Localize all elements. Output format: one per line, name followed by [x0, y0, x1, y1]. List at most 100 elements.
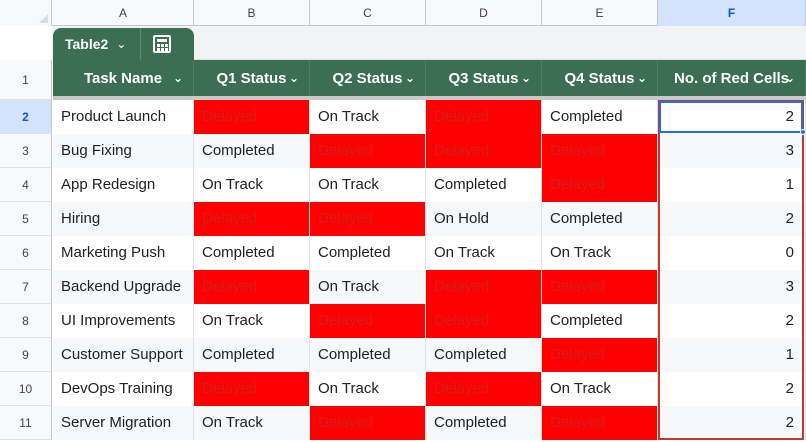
task-name-cell[interactable]: Bug Fixing: [53, 134, 194, 168]
row-number[interactable]: 4: [0, 168, 52, 202]
chevron-down-icon[interactable]: ⌄: [405, 71, 415, 85]
q3-status-cell[interactable]: On Track: [426, 236, 542, 270]
row-number[interactable]: 3: [0, 134, 52, 168]
q1-status-cell[interactable]: Completed: [194, 134, 310, 168]
header-q3-status[interactable]: Q3 Status ⌄: [426, 60, 542, 96]
q4-status-cell[interactable]: Delayed: [542, 134, 658, 168]
tab-divider: [140, 28, 142, 60]
q4-status-cell[interactable]: On Track: [542, 236, 658, 270]
red-count-cell[interactable]: 1: [658, 338, 806, 372]
q3-status-cell[interactable]: Delayed: [426, 270, 542, 304]
row-number[interactable]: 9: [0, 338, 52, 372]
q2-status-cell[interactable]: Completed: [310, 338, 426, 372]
header-label: Task Name: [83, 69, 163, 87]
table-tab[interactable]: Table2 ⌄: [53, 28, 194, 60]
row-number[interactable]: 8: [0, 304, 52, 338]
row-number-1[interactable]: 1: [0, 60, 52, 100]
table-header-row: Task Name ⌄ Q1 Status ⌄ Q2 Status ⌄ Q3 Status ⌄…: [53, 60, 806, 96]
row-number[interactable]: 5: [0, 202, 52, 236]
header-q4-status[interactable]: Q4 Status ⌄: [542, 60, 658, 96]
red-count-cell[interactable]: 3: [658, 134, 806, 168]
red-count-cell[interactable]: 2: [658, 202, 806, 236]
q3-status-cell[interactable]: On Hold: [426, 202, 542, 236]
fill-handle[interactable]: [800, 129, 806, 135]
q1-status-cell[interactable]: On Track: [194, 406, 310, 440]
red-count-cell[interactable]: 2: [658, 304, 806, 338]
q1-status-cell[interactable]: On Track: [194, 168, 310, 202]
header-task-name[interactable]: Task Name ⌄: [53, 60, 194, 96]
q4-status-cell[interactable]: Completed: [542, 202, 658, 236]
column-header-e[interactable]: E: [542, 0, 658, 26]
q4-status-cell[interactable]: Completed: [542, 100, 658, 134]
q3-status-cell[interactable]: Delayed: [426, 100, 542, 134]
q2-status-cell[interactable]: Delayed: [310, 304, 426, 338]
task-name-cell[interactable]: Server Migration: [53, 406, 194, 440]
task-name-cell[interactable]: Backend Upgrade: [53, 270, 194, 304]
task-name-cell[interactable]: Hiring: [53, 202, 194, 236]
red-count-cell[interactable]: 0: [658, 236, 806, 270]
red-count-cell[interactable]: 2: [658, 372, 806, 406]
q1-status-cell[interactable]: Delayed: [194, 270, 310, 304]
q1-status-cell[interactable]: Completed: [194, 236, 310, 270]
chevron-down-icon[interactable]: ⌄: [289, 71, 299, 85]
column-header-a[interactable]: A: [53, 0, 194, 26]
row-number[interactable]: 10: [0, 372, 52, 406]
select-all-corner[interactable]: [0, 0, 52, 26]
row-number[interactable]: 11: [0, 406, 52, 440]
task-name-cell[interactable]: UI Improvements: [53, 304, 194, 338]
task-name-cell[interactable]: DevOps Training: [53, 372, 194, 406]
q4-status-cell[interactable]: Delayed: [542, 168, 658, 202]
chevron-down-icon[interactable]: ⌄: [785, 71, 795, 85]
column-header-b[interactable]: B: [194, 0, 310, 26]
q2-status-cell[interactable]: Completed: [310, 236, 426, 270]
q1-status-cell[interactable]: Delayed: [194, 100, 310, 134]
header-q2-status[interactable]: Q2 Status ⌄: [310, 60, 426, 96]
row-number[interactable]: 7: [0, 270, 52, 304]
column-header-c[interactable]: C: [310, 0, 426, 26]
q3-status-cell[interactable]: Completed: [426, 168, 542, 202]
chevron-down-icon[interactable]: ⌄: [637, 71, 647, 85]
chevron-down-icon[interactable]: ⌄: [173, 71, 183, 85]
q2-status-cell[interactable]: On Track: [310, 270, 426, 304]
q4-status-cell[interactable]: Delayed: [542, 338, 658, 372]
task-name-cell[interactable]: Marketing Push: [53, 236, 194, 270]
calculator-icon[interactable]: [153, 35, 172, 53]
header-no-of-red-cells[interactable]: No. of Red Cells ⌄: [658, 60, 806, 96]
column-header-f[interactable]: F: [658, 0, 806, 26]
q4-status-cell[interactable]: On Track: [542, 372, 658, 406]
table-name: Table2: [65, 36, 109, 52]
q3-status-cell[interactable]: Completed: [426, 406, 542, 440]
q4-status-cell[interactable]: Completed: [542, 304, 658, 338]
row-number[interactable]: 2: [0, 100, 52, 134]
chevron-down-icon[interactable]: ⌄: [521, 71, 531, 85]
red-count-cell[interactable]: 2: [658, 100, 806, 134]
q1-status-cell[interactable]: Delayed: [194, 202, 310, 236]
red-count-cell[interactable]: 3: [658, 270, 806, 304]
column-header-d[interactable]: D: [426, 0, 542, 26]
task-name-cell[interactable]: Product Launch: [53, 100, 194, 134]
header-label: Q1 Status: [216, 69, 287, 87]
task-name-cell[interactable]: Customer Support: [53, 338, 194, 372]
q1-status-cell[interactable]: Delayed: [194, 372, 310, 406]
q3-status-cell[interactable]: Delayed: [426, 304, 542, 338]
q2-status-cell[interactable]: Delayed: [310, 202, 426, 236]
q2-status-cell[interactable]: Delayed: [310, 406, 426, 440]
header-q1-status[interactable]: Q1 Status ⌄: [194, 60, 310, 96]
red-count-cell[interactable]: 2: [658, 406, 806, 440]
row-number[interactable]: 6: [0, 236, 52, 270]
q1-status-cell[interactable]: Completed: [194, 338, 310, 372]
chevron-down-icon[interactable]: ⌄: [116, 37, 126, 51]
q3-status-cell[interactable]: Delayed: [426, 372, 542, 406]
red-count-cell[interactable]: 1: [658, 168, 806, 202]
q3-status-cell[interactable]: Completed: [426, 338, 542, 372]
q2-status-cell[interactable]: On Track: [310, 372, 426, 406]
q2-status-cell[interactable]: On Track: [310, 168, 426, 202]
q4-status-cell[interactable]: Delayed: [542, 270, 658, 304]
q2-status-cell[interactable]: Delayed: [310, 134, 426, 168]
q4-status-cell[interactable]: Delayed: [542, 406, 658, 440]
task-name-cell[interactable]: App Redesign: [53, 168, 194, 202]
q3-status-cell[interactable]: Delayed: [426, 134, 542, 168]
q1-status-cell[interactable]: On Track: [194, 304, 310, 338]
q2-status-cell[interactable]: On Track: [310, 100, 426, 134]
spreadsheet-grid: Table2 ⌄ 1 Task Name ⌄ Q1 Status ⌄ Q2 Status…: [0, 0, 806, 442]
